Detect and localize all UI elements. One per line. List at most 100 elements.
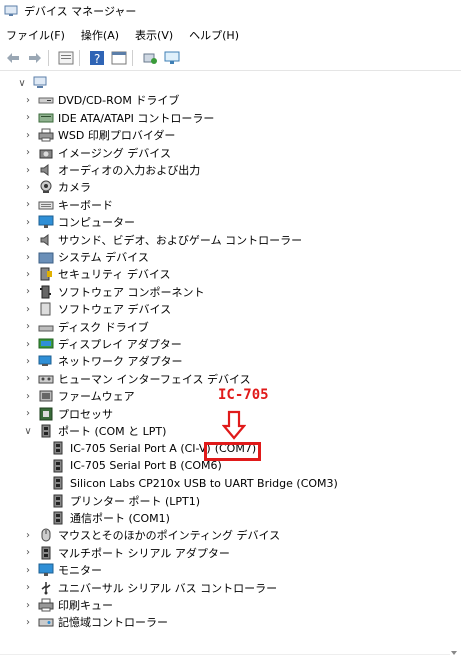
help-icon[interactable]: ?	[88, 49, 106, 67]
tree-item[interactable]: › IDE ATA/ATAPI コントローラー	[22, 109, 214, 127]
view-icon[interactable]	[110, 49, 128, 67]
tree-child-item[interactable]: プリンター ポート (LPT1)	[46, 492, 200, 510]
chevron-right-icon[interactable]: ›	[22, 217, 34, 228]
tree-item[interactable]: › システム デバイス	[22, 248, 149, 266]
processor-icon	[38, 407, 54, 421]
monitor-icon	[38, 563, 54, 577]
chevron-right-icon[interactable]: ›	[22, 617, 34, 628]
tree-item-label: Silicon Labs CP210x USB to UART Bridge (…	[70, 476, 338, 490]
tree-item[interactable]: › オーディオの入力および出力	[22, 161, 200, 179]
tree-item-label: システム デバイス	[58, 251, 149, 264]
tree-item[interactable]: › 印刷キュー	[22, 596, 113, 614]
tree-item[interactable]: ∨ ポート (COM と LPT)	[22, 422, 166, 440]
network-icon	[38, 354, 54, 368]
annotation-title: IC-705	[218, 387, 269, 403]
tree-item-label: ソフトウェア デバイス	[58, 303, 172, 317]
chevron-right-icon[interactable]: ›	[22, 234, 34, 245]
tree-item-label: ネットワーク アダプター	[58, 355, 183, 369]
tree-item[interactable]: › ディスプレイ アダプター	[22, 335, 182, 353]
chevron-right-icon[interactable]: ›	[22, 130, 34, 141]
menu-help[interactable]: ヘルプ(H)	[183, 27, 245, 43]
tree-item-label: サウンド、ビデオ、およびゲーム コントローラー	[58, 233, 303, 247]
tree-item-label: モニター	[58, 564, 102, 578]
chevron-right-icon[interactable]: ›	[22, 356, 34, 367]
tree-item[interactable]: › イメージング デバイス	[22, 144, 171, 162]
tree-item[interactable]: › モニター	[22, 561, 102, 579]
port-icon	[50, 459, 66, 473]
chevron-down-icon[interactable]: ∨	[16, 78, 28, 89]
chevron-right-icon[interactable]: ›	[22, 565, 34, 576]
title-bar: デバイス マネージャー	[0, 0, 461, 22]
chevron-right-icon[interactable]: ›	[22, 408, 34, 419]
chevron-right-icon[interactable]: ›	[22, 286, 34, 297]
chevron-right-icon[interactable]: ›	[22, 269, 34, 280]
monitor-icon[interactable]	[163, 49, 181, 67]
tree-item[interactable]: › ディスク ドライブ	[22, 318, 149, 336]
back-arrow-icon[interactable]	[4, 49, 22, 67]
tree-item[interactable]: › マウスとそのほかのポインティング デバイス	[22, 526, 280, 544]
tree-item[interactable]: › ソフトウェア コンポーネント	[22, 283, 205, 301]
properties-icon[interactable]	[57, 49, 75, 67]
forward-arrow-icon[interactable]	[26, 49, 44, 67]
tree-item-label: プロセッサ	[58, 407, 113, 421]
tree-item[interactable]: › カメラ	[22, 178, 91, 196]
down-arrow-icon	[221, 410, 247, 443]
chevron-right-icon[interactable]: ›	[22, 373, 34, 384]
chevron-right-icon[interactable]: ›	[22, 112, 34, 123]
tree-item[interactable]: › ヒューマン インターフェイス デバイス	[22, 370, 251, 388]
scroll-down-icon[interactable]	[449, 648, 459, 658]
tree-child-item[interactable]: Silicon Labs CP210x USB to UART Bridge (…	[46, 474, 338, 492]
tree-item-label: IC-705 Serial Port A (CI-V)	[70, 441, 211, 455]
usb-icon	[38, 581, 54, 595]
tree-item[interactable]: › サウンド、ビデオ、およびゲーム コントローラー	[22, 231, 302, 249]
printer-icon	[38, 598, 54, 612]
chevron-right-icon[interactable]: ›	[22, 530, 34, 541]
chevron-right-icon[interactable]: ›	[22, 95, 34, 106]
device-manager-icon	[4, 5, 18, 17]
tree-item[interactable]: › プロセッサ	[22, 405, 113, 423]
tree-item-label: IC-705 Serial Port B (COM6)	[70, 459, 222, 473]
chevron-down-icon[interactable]: ∨	[22, 426, 34, 437]
tree-root[interactable]: ∨	[16, 74, 52, 92]
tree-item[interactable]: › マルチポート シリアル アダプター	[22, 544, 230, 562]
port-icon	[38, 424, 54, 438]
menu-file[interactable]: ファイル(F)	[0, 27, 71, 43]
tree-item[interactable]: › WSD 印刷プロバイダー	[22, 126, 175, 144]
horizontal-scrollbar[interactable]	[0, 654, 450, 655]
dvd-drive-icon	[38, 93, 54, 107]
tree-item[interactable]: › DVD/CD-ROM ドライブ	[22, 91, 179, 109]
tree-item-label: IDE ATA/ATAPI コントローラー	[58, 111, 215, 125]
tree-item[interactable]: › セキュリティ デバイス	[22, 265, 171, 283]
chevron-right-icon[interactable]: ›	[22, 321, 34, 332]
chevron-right-icon[interactable]: ›	[22, 582, 34, 593]
chevron-right-icon[interactable]: ›	[22, 304, 34, 315]
chevron-right-icon[interactable]: ›	[22, 339, 34, 350]
scan-hardware-icon[interactable]	[141, 49, 159, 67]
chevron-right-icon[interactable]: ›	[22, 182, 34, 193]
tree-item[interactable]: › ネットワーク アダプター	[22, 352, 183, 370]
tree-item[interactable]: › キーボード	[22, 196, 113, 214]
tree-child-item[interactable]: IC-705 Serial Port B (COM6)	[46, 457, 222, 475]
menu-view[interactable]: 表示(V)	[129, 27, 179, 43]
chevron-right-icon[interactable]: ›	[22, 147, 34, 158]
chevron-right-icon[interactable]: ›	[22, 199, 34, 210]
toolbar-separator	[79, 50, 80, 66]
chevron-right-icon[interactable]: ›	[22, 165, 34, 176]
tree-item[interactable]: › ファームウェア	[22, 387, 135, 405]
tree-item[interactable]: › コンピューター	[22, 213, 135, 231]
chevron-right-icon[interactable]: ›	[22, 252, 34, 263]
port-icon	[50, 476, 66, 490]
tree-item[interactable]: › 記憶域コントローラー	[22, 613, 168, 631]
chevron-right-icon[interactable]: ›	[22, 547, 34, 558]
computer-icon	[32, 76, 48, 90]
tree-child-item[interactable]: 通信ポート (COM1)	[46, 509, 170, 527]
chevron-right-icon[interactable]: ›	[22, 391, 34, 402]
tree-item-label: オーディオの入力および出力	[58, 164, 201, 177]
tree-item[interactable]: › ユニバーサル シリアル バス コントローラー	[22, 579, 277, 597]
tree-item-label: セキュリティ デバイス	[58, 268, 171, 282]
port-icon	[38, 546, 54, 560]
speaker-icon	[38, 163, 54, 177]
chevron-right-icon[interactable]: ›	[22, 600, 34, 611]
menu-action[interactable]: 操作(A)	[75, 27, 125, 43]
tree-item[interactable]: › ソフトウェア デバイス	[22, 300, 171, 318]
